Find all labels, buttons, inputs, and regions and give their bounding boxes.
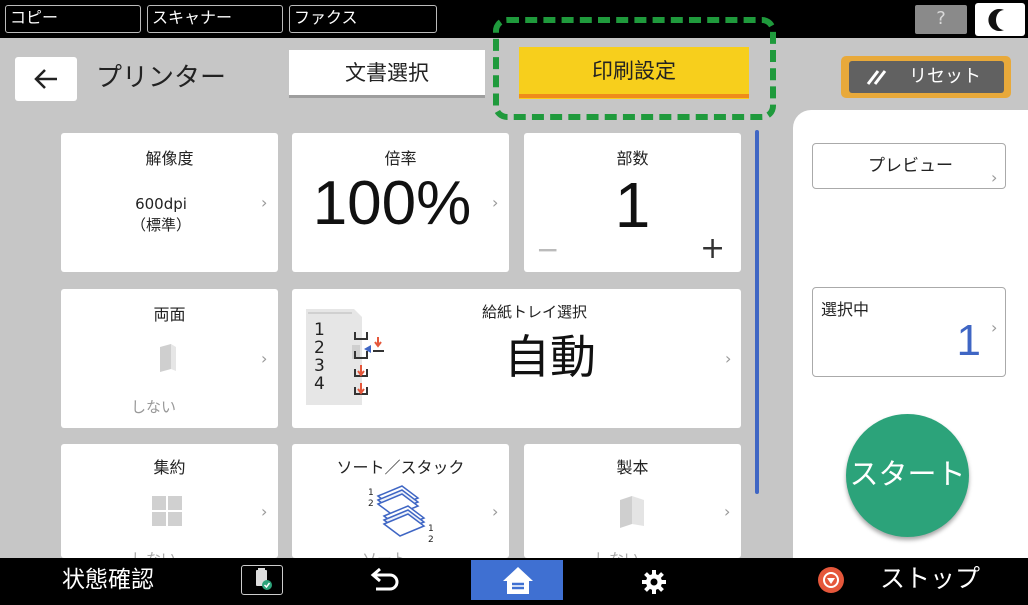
chevron-right-icon: › — [725, 349, 732, 368]
app-tab-label: スキャナー — [152, 8, 233, 27]
scale-title: 倍率 — [384, 149, 417, 168]
start-button[interactable]: スタート — [846, 414, 969, 537]
nup-value: しない — [61, 548, 246, 558]
home-button[interactable] — [471, 560, 563, 600]
bookbinding-icon — [620, 496, 644, 528]
tab-document-select[interactable]: 文書選択 — [289, 50, 485, 98]
svg-text:1: 1 — [428, 524, 434, 534]
chevron-right-icon: › — [261, 193, 268, 212]
svg-text:1: 1 — [368, 488, 374, 498]
resolution-value: 600dpi — [135, 195, 187, 213]
nup-icon — [152, 496, 182, 526]
reset-button-face[interactable]: リセット — [849, 61, 1004, 93]
selected-label: 選択中 — [821, 300, 870, 319]
app-tab-fax[interactable]: ファクス — [289, 5, 437, 33]
tray-number: 2 — [314, 338, 325, 358]
back-button[interactable] — [15, 57, 77, 101]
sort-value: ソート — [292, 548, 477, 558]
app-tab-label: ファクス — [294, 8, 358, 27]
chevron-right-icon: › — [492, 502, 499, 521]
nup-tile[interactable]: 集約 しない › — [61, 444, 278, 558]
reset-icon — [866, 70, 887, 85]
settings-button[interactable] — [639, 567, 669, 597]
preview-button[interactable]: プレビュー › — [812, 143, 1006, 189]
reset-label: リセット — [909, 66, 981, 87]
return-icon — [370, 567, 399, 591]
stop-icon[interactable] — [818, 567, 844, 593]
app-tab-copy[interactable]: コピー — [5, 5, 141, 33]
help-icon: ? — [936, 8, 946, 29]
duplex-icon — [160, 344, 176, 372]
sort-title: ソート／スタック — [336, 458, 465, 477]
night-mode-icon — [988, 9, 1004, 32]
page-title: プリンター — [96, 63, 227, 93]
chevron-right-icon: › — [991, 168, 998, 187]
highlight-annotation — [493, 17, 776, 120]
scrollbar[interactable] — [755, 130, 759, 494]
tray-number: 3 — [314, 356, 325, 376]
paper-tray-tile[interactable]: 給紙トレイ選択 1 2 3 4 自動 › — [292, 289, 741, 428]
preview-label: プレビュー — [868, 156, 953, 176]
tray-number: 1 — [314, 320, 325, 340]
app-tab-label: コピー — [10, 8, 59, 27]
resolution-tile[interactable]: 解像度 600dpi （標準） › — [61, 133, 278, 272]
copies-tile[interactable]: 部数 1 − + — [524, 133, 741, 272]
home-icon — [503, 567, 533, 594]
selected-count-box[interactable]: 選択中 1 › — [812, 287, 1006, 377]
bookbinding-tile[interactable]: 製本 しない › — [524, 444, 741, 558]
minus-button[interactable]: − — [536, 233, 559, 266]
back-arrow-icon — [34, 69, 57, 89]
bookbinding-value: しない — [524, 548, 709, 558]
chevron-right-icon: › — [261, 349, 268, 368]
tray-value: 自動 — [504, 330, 596, 384]
sort-stack-tile[interactable]: ソート／スタック 1 2 1 2 ソート › — [292, 444, 509, 558]
duplex-tile[interactable]: 両面 しない › — [61, 289, 278, 428]
app-tab-scanner[interactable]: スキャナー — [147, 5, 283, 33]
bookbinding-title: 製本 — [616, 458, 649, 477]
stop-button[interactable]: ストップ — [880, 558, 980, 600]
status-check-button[interactable]: 状態確認 — [62, 560, 154, 600]
help-button[interactable]: ? — [915, 5, 967, 34]
chevron-right-icon: › — [261, 502, 268, 521]
scale-tile[interactable]: 倍率 100% › — [292, 133, 509, 272]
settings-icon — [642, 570, 666, 594]
resolution-value-detail: （標準） — [130, 216, 191, 234]
scale-value: 100% — [312, 169, 472, 238]
return-button[interactable] — [364, 565, 404, 597]
svg-text:2: 2 — [368, 499, 374, 509]
night-mode-button[interactable] — [975, 3, 1025, 36]
selected-count: 1 — [956, 316, 981, 365]
copies-title: 部数 — [616, 149, 649, 168]
sort-stack-icon: 1 2 1 2 — [368, 485, 434, 542]
resolution-title: 解像度 — [145, 149, 194, 168]
job-list-icon — [256, 568, 272, 590]
svg-text:2: 2 — [428, 535, 434, 542]
duplex-title: 両面 — [153, 305, 186, 324]
nup-title: 集約 — [153, 458, 186, 477]
plus-button[interactable]: + — [700, 231, 725, 266]
duplex-value: しない — [130, 398, 176, 416]
tab-underline — [289, 95, 485, 98]
tray-number: 4 — [314, 374, 325, 394]
chevron-right-icon: › — [724, 502, 731, 521]
stop-octagon-icon — [823, 572, 839, 588]
tray-title: 給紙トレイ選択 — [482, 303, 588, 321]
chevron-right-icon: › — [492, 193, 499, 212]
job-list-button[interactable] — [241, 565, 283, 595]
chevron-right-icon: › — [991, 318, 998, 337]
